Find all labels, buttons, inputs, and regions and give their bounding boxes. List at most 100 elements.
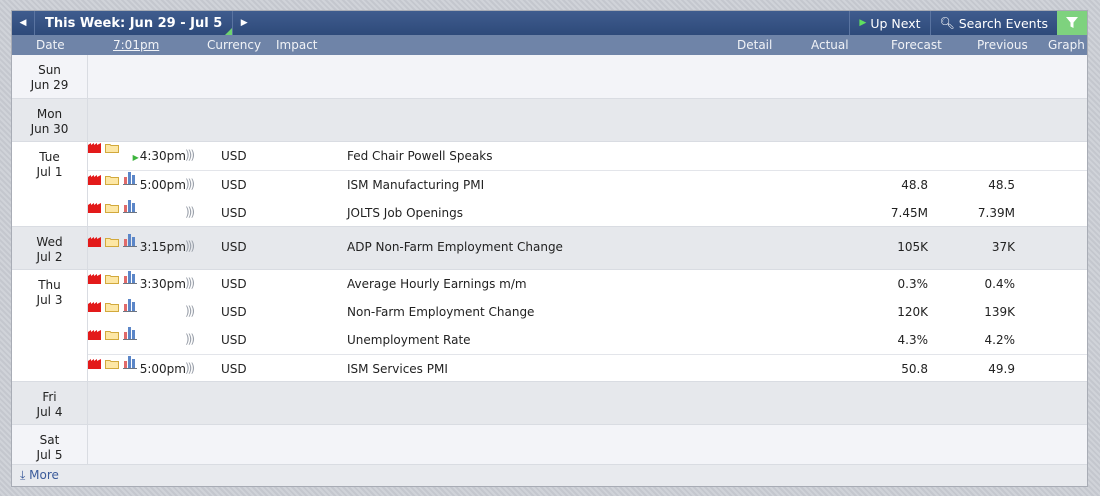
col-impact: Impact: [276, 38, 318, 52]
search-events-button[interactable]: 🔍︎ Search Events: [929, 11, 1057, 35]
high-impact-icon: [88, 330, 101, 340]
event-forecast: 0.3%: [897, 277, 929, 291]
event-previous: 49.9: [988, 362, 1015, 376]
day-date: Jun 30: [30, 122, 69, 136]
col-graph: Graph: [1048, 38, 1085, 52]
event-time: 3:15pm: [139, 240, 186, 254]
date-cell: Thu Jul 3: [12, 270, 88, 381]
event-name[interactable]: Non-Farm Employment Change: [347, 305, 534, 319]
day-of-week: Thu: [38, 278, 61, 292]
column-header-row: Date 7:01pm Currency Impact Detail Actua…: [12, 35, 1087, 55]
search-events-label: Search Events: [958, 15, 1048, 31]
bar-graph-icon[interactable]: [122, 298, 137, 312]
speech-icon: ))): [185, 205, 195, 219]
high-impact-icon: [88, 302, 101, 312]
col-detail: Detail: [737, 38, 773, 52]
day-row-thu: Thu Jul 3 3:30pm ))) USD Average Hourly …: [12, 270, 1087, 382]
event-name[interactable]: JOLTS Job Openings: [347, 206, 463, 220]
play-icon: ▶: [859, 18, 867, 28]
event-row[interactable]: ))) USD Unemployment Rate 4.3% 4.2%: [88, 326, 1087, 355]
event-previous: 139K: [984, 305, 1015, 319]
event-row[interactable]: ))) USD Non-Farm Employment Change 120K …: [88, 298, 1087, 326]
col-date: Date: [36, 38, 65, 52]
event-row[interactable]: 5:00pm ))) USD ISM Manufacturing PMI 48.…: [88, 171, 1087, 199]
date-cell: Sun Jun 29: [12, 55, 88, 98]
speech-icon: ))): [185, 239, 195, 253]
bar-graph-icon[interactable]: [122, 326, 137, 340]
event-previous: 7.39M: [977, 206, 1015, 220]
chevron-left-icon: ◀: [19, 18, 27, 28]
day-of-week: Sat: [39, 433, 60, 447]
folder-icon[interactable]: [104, 302, 119, 312]
event-time: ▶4:30pm: [132, 149, 186, 163]
calendar-topbar: ◀ This Week: Jun 29 - Jul 5 ▶ ▶ Up Next …: [12, 11, 1087, 35]
bar-graph-icon[interactable]: [122, 199, 137, 213]
high-impact-icon: [88, 274, 101, 284]
more-link[interactable]: ⤓ More: [20, 468, 59, 483]
download-arrow-icon: ⤓: [20, 468, 26, 482]
col-forecast: Forecast: [891, 38, 942, 52]
event-name[interactable]: Average Hourly Earnings m/m: [347, 277, 527, 291]
chevron-right-icon: ▶: [240, 18, 248, 28]
day-row-tue: Tue Jul 1 ▶4:30pm ))) USD Fed Chair Powe…: [12, 142, 1087, 227]
col-time-timezone-link[interactable]: 7:01pm: [113, 38, 159, 52]
date-cell: Sat Jul 5: [12, 425, 88, 466]
more-label: More: [29, 468, 59, 482]
week-label: This Week: Jun 29 - Jul 5: [35, 11, 233, 35]
week-label-text: This Week: Jun 29 - Jul 5: [45, 15, 223, 31]
event-time: 3:30pm: [139, 277, 186, 291]
event-name[interactable]: Fed Chair Powell Speaks: [347, 149, 492, 163]
filter-icon: [1066, 17, 1078, 28]
col-actual: Actual: [811, 38, 849, 52]
event-row[interactable]: ))) USD JOLTS Job Openings 7.45M 7.39M: [88, 199, 1087, 227]
event-previous: 37K: [991, 240, 1015, 254]
date-cell: Tue Jul 1: [12, 142, 88, 226]
day-row-sat: Sat Jul 5: [12, 425, 1087, 467]
event-previous: 48.5: [988, 178, 1015, 192]
speech-icon: ))): [185, 148, 195, 162]
speech-icon: ))): [185, 332, 195, 346]
event-name[interactable]: ISM Manufacturing PMI: [347, 178, 484, 192]
high-impact-icon: [88, 237, 101, 247]
next-week-button[interactable]: ▶: [232, 11, 255, 35]
event-currency: USD: [221, 305, 247, 319]
day-of-week: Fri: [42, 390, 57, 404]
next-event-icon: ▶: [132, 153, 139, 162]
event-name[interactable]: Unemployment Rate: [347, 333, 471, 347]
event-currency: USD: [221, 362, 247, 376]
filter-button[interactable]: [1057, 11, 1087, 35]
event-currency: USD: [221, 178, 247, 192]
date-cell: Mon Jun 30: [12, 99, 88, 141]
day-row-sun: Sun Jun 29: [12, 55, 1087, 99]
event-name[interactable]: ADP Non-Farm Employment Change: [347, 240, 563, 254]
event-currency: USD: [221, 333, 247, 347]
event-time: 5:00pm: [139, 362, 186, 376]
speech-icon: ))): [185, 276, 195, 290]
folder-icon[interactable]: [104, 330, 119, 340]
event-forecast: 120K: [897, 305, 928, 319]
event-row[interactable]: ▶4:30pm ))) USD Fed Chair Powell Speaks: [88, 142, 1087, 171]
event-row[interactable]: 3:30pm ))) USD Average Hourly Earnings m…: [88, 270, 1087, 298]
day-of-week: Wed: [36, 235, 63, 249]
high-impact-icon: [88, 359, 101, 369]
up-next-button[interactable]: ▶ Up Next: [849, 11, 929, 35]
event-row[interactable]: 3:15pm ))) USD ADP Non-Farm Employment C…: [88, 233, 1087, 261]
event-forecast: 48.8: [901, 178, 928, 192]
high-impact-icon: [88, 175, 101, 185]
prev-week-button[interactable]: ◀: [12, 11, 35, 35]
event-previous: 4.2%: [984, 333, 1016, 347]
event-name[interactable]: ISM Services PMI: [347, 362, 448, 376]
day-date: Jul 5: [36, 448, 63, 462]
day-row-mon: Mon Jun 30: [12, 99, 1087, 142]
calendar-widget: ◀ This Week: Jun 29 - Jul 5 ▶ ▶ Up Next …: [12, 11, 1087, 486]
speech-icon: ))): [185, 304, 195, 318]
day-row-fri: Fri Jul 4: [12, 382, 1087, 425]
event-row[interactable]: 5:00pm ))) USD ISM Services PMI 50.8 49.…: [88, 355, 1087, 383]
folder-icon[interactable]: [104, 203, 119, 213]
event-previous: 0.4%: [984, 277, 1016, 291]
high-impact-icon: [88, 203, 101, 213]
col-previous: Previous: [977, 38, 1028, 52]
day-date: Jul 2: [36, 250, 63, 264]
up-next-label: Up Next: [870, 15, 921, 31]
event-currency: USD: [221, 149, 247, 163]
